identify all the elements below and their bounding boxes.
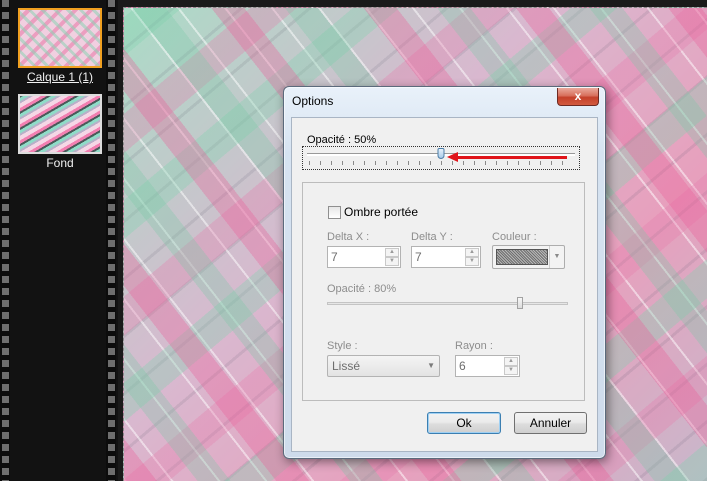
layer-item-calque-1[interactable]: Calque 1 (1)	[15, 8, 105, 84]
drop-shadow-group: Ombre portée Delta X : 7 ▲ ▼ Delta Y : 7…	[302, 182, 585, 401]
layer-item-fond[interactable]: Fond	[15, 94, 105, 170]
slider-thumb[interactable]	[437, 148, 445, 159]
spin-up-icon[interactable]: ▲	[465, 248, 479, 257]
layer-thumbnail	[18, 8, 102, 68]
layer-thumbnail	[18, 94, 102, 154]
spin-down-icon[interactable]: ▼	[385, 257, 399, 266]
delta-x-value: 7	[331, 250, 338, 264]
shadow-opacity-slider[interactable]	[327, 297, 568, 311]
style-label: Style :	[327, 340, 358, 352]
slider-track	[327, 302, 568, 305]
film-strip-left	[0, 0, 10, 481]
drop-shadow-checkbox[interactable]	[328, 205, 341, 219]
spin-up-icon[interactable]: ▲	[504, 357, 518, 366]
cancel-button[interactable]: Annuler	[514, 412, 587, 434]
annotation-arrow-head	[447, 152, 458, 162]
shadow-color-picker[interactable]: ▼	[492, 245, 565, 269]
annotation-arrow-shaft	[453, 156, 567, 159]
delta-y-stepper[interactable]: 7 ▲ ▼	[411, 246, 481, 268]
spin-down-icon[interactable]: ▼	[465, 257, 479, 266]
radius-label: Rayon :	[455, 340, 493, 352]
shadow-opacity-label: Opacité : 80%	[327, 283, 397, 295]
chevron-down-icon: ▼	[427, 361, 435, 370]
layers-panel: Calque 1 (1) Fond	[0, 0, 118, 481]
color-swatch	[496, 249, 548, 265]
delta-x-stepper[interactable]: 7 ▲ ▼	[327, 246, 401, 268]
delta-x-label: Delta X :	[327, 231, 370, 243]
ok-button[interactable]: Ok	[427, 412, 501, 434]
spin-up-icon[interactable]: ▲	[385, 248, 399, 257]
style-value: Lissé	[332, 359, 361, 373]
radius-value: 6	[459, 359, 466, 373]
style-select[interactable]: Lissé ▼	[327, 355, 440, 377]
drop-shadow-toggle[interactable]: Ombre portée	[328, 205, 418, 219]
spin-down-icon[interactable]: ▼	[504, 366, 518, 375]
close-button[interactable]: x	[557, 88, 599, 106]
film-strip-right	[106, 0, 116, 481]
layer-label: Fond	[46, 156, 74, 170]
chevron-down-icon[interactable]: ▼	[549, 246, 564, 268]
delta-y-value: 7	[415, 250, 422, 264]
layer-label: Calque 1 (1)	[26, 70, 94, 84]
radius-stepper[interactable]: 6 ▲ ▼	[455, 355, 520, 377]
color-label: Couleur :	[492, 231, 537, 243]
slider-ticks	[309, 161, 573, 165]
opacity-label: Opacité : 50%	[307, 134, 377, 146]
slider-thumb[interactable]	[516, 297, 523, 309]
drop-shadow-label: Ombre portée	[344, 205, 419, 219]
delta-y-label: Delta Y :	[411, 231, 453, 243]
dialog-title: Options	[292, 94, 334, 108]
